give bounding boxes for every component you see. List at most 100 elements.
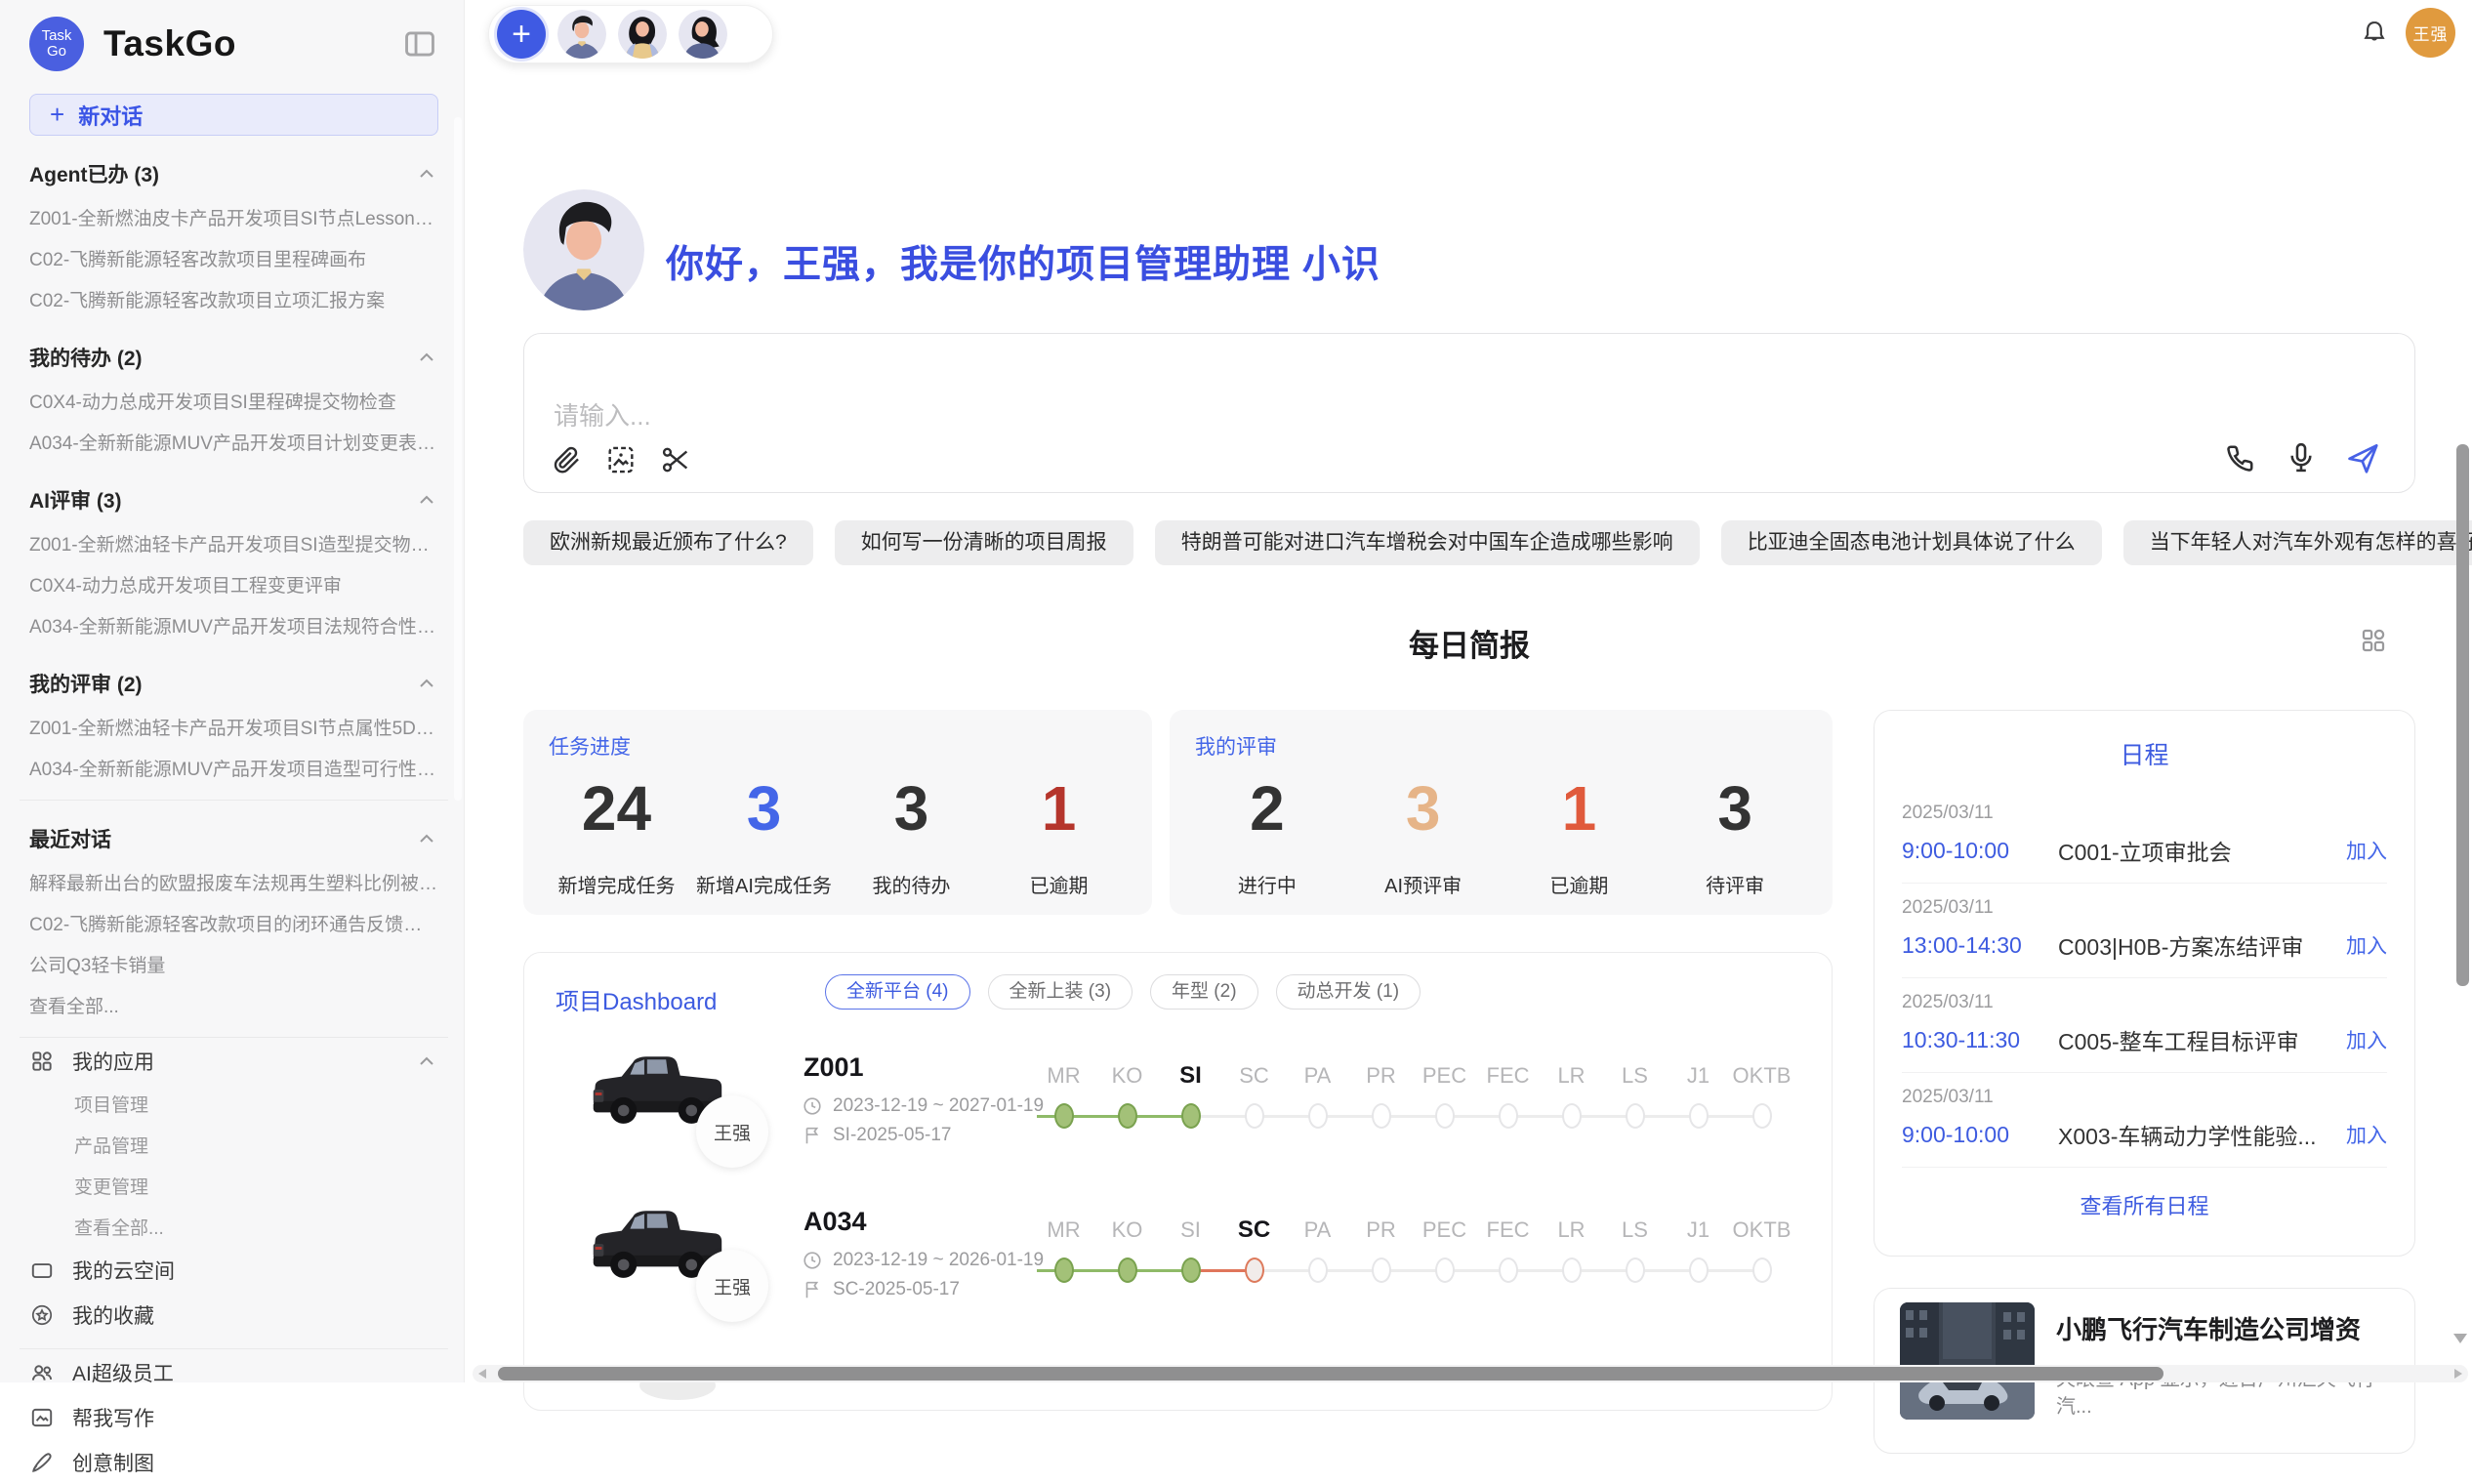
filter-pill[interactable]: 年型 (2): [1150, 974, 1258, 1010]
milestone-dot-overdue[interactable]: [1245, 1257, 1264, 1283]
milestone-dot-done[interactable]: [1054, 1103, 1074, 1129]
milestone-dot[interactable]: [1626, 1257, 1645, 1283]
plus-icon: +: [50, 100, 64, 130]
chevron-up-icon: [415, 672, 438, 695]
milestone-dot[interactable]: [1626, 1103, 1645, 1129]
milestone-dot[interactable]: [1562, 1257, 1582, 1283]
milestone-dot[interactable]: [1372, 1103, 1391, 1129]
vertical-scrollbar-thumb[interactable]: [2456, 444, 2469, 986]
add-member-button[interactable]: +: [497, 10, 546, 59]
sidebar-item[interactable]: C02-飞腾新能源轻客改款项目立项汇报方案: [29, 278, 438, 319]
milestone-dot-done[interactable]: [1054, 1257, 1074, 1283]
milestone-dot[interactable]: [1435, 1103, 1455, 1129]
horizontal-scrollbar-thumb[interactable]: [498, 1367, 2163, 1381]
stat-ai-prereview: 3 AI预评审: [1345, 766, 1502, 915]
section-my-review[interactable]: 我的评审 (2): [29, 661, 438, 706]
milestone-dot[interactable]: [1308, 1257, 1328, 1283]
event-time: 10:30-11:30: [1902, 1027, 2058, 1053]
sidebar-item[interactable]: Z001-全新燃油轻卡产品开发项目SI造型提交物评审: [29, 522, 438, 563]
milestone-dot[interactable]: [1689, 1257, 1709, 1283]
sidebar-item-view-all[interactable]: 查看全部...: [29, 984, 438, 1025]
milestone-dot[interactable]: [1689, 1103, 1709, 1129]
sidebar-item-change-mgmt[interactable]: 变更管理: [29, 1165, 438, 1206]
sidebar-item[interactable]: A034-全新新能源MUV产品开发项目造型可行性评审: [29, 747, 438, 788]
milestone-dot[interactable]: [1752, 1257, 1772, 1283]
milestone-dot[interactable]: [1499, 1257, 1518, 1283]
section-ai-review[interactable]: AI评审 (3): [29, 477, 438, 522]
sidebar-item-view-all-apps[interactable]: 查看全部...: [29, 1206, 438, 1247]
sidebar-item-project-mgmt[interactable]: 项目管理: [29, 1083, 438, 1124]
scroll-right-arrow-icon[interactable]: [2454, 1369, 2462, 1379]
scroll-left-arrow-icon[interactable]: [478, 1369, 486, 1379]
sidebar-item-cloud-space[interactable]: 我的云空间: [29, 1249, 438, 1292]
sidebar-item[interactable]: A034-全新新能源MUV产品开发项目计划变更表编写: [29, 421, 438, 462]
section-my-apps[interactable]: 我的应用: [29, 1040, 438, 1083]
sidebar-item[interactable]: Z001-全新燃油皮卡产品开发项目SI节点Lesson Learn报告: [29, 196, 438, 237]
microphone-icon[interactable]: [2284, 440, 2319, 475]
milestone-timeline: MRKO SI SCPA PRPEC FECLR LSJ1 OKTB: [1032, 1062, 1793, 1144]
brief-layout-grid-icon[interactable]: [2359, 626, 2388, 655]
send-icon[interactable]: [2344, 439, 2381, 476]
voice-call-icon[interactable]: [2223, 440, 2258, 475]
stat-new-ai-done: 3 新增AI完成任务: [690, 766, 838, 915]
sidebar-item[interactable]: C02-飞腾新能源轻客改款项目的闭环通告反馈情况: [29, 902, 438, 943]
flag-icon: [802, 1279, 823, 1300]
teammate-avatar[interactable]: [618, 10, 667, 59]
milestone-dot-done[interactable]: [1118, 1257, 1137, 1283]
sidebar-item[interactable]: C0X4-动力总成开发项目SI里程碑提交物检查: [29, 380, 438, 421]
horizontal-scrollbar[interactable]: [473, 1365, 2468, 1382]
project-dates: 2023-12-19 ~ 2026-01-19: [802, 1250, 1044, 1271]
section-my-todo[interactable]: 我的待办 (2): [29, 335, 438, 380]
sidebar-item-ai-employee[interactable]: AI超级员工: [29, 1351, 438, 1394]
screenshot-scissors-icon[interactable]: [659, 443, 692, 476]
sidebar-item[interactable]: A034-全新新能源MUV产品开发项目法规符合性评审: [29, 604, 438, 645]
filter-pill[interactable]: 动总开发 (1): [1276, 974, 1421, 1010]
teammate-avatar[interactable]: [557, 10, 606, 59]
join-link[interactable]: 加入: [2346, 836, 2387, 865]
sidebar-item[interactable]: 解释最新出台的欧盟报废车法规再生塑料比例被调至15%...: [29, 861, 438, 902]
sidebar-item[interactable]: C02-飞腾新能源轻客改款项目里程碑画布: [29, 237, 438, 278]
milestone-dot[interactable]: [1372, 1257, 1391, 1283]
suggestion-chip[interactable]: 比亚迪全固态电池计划具体说了什么: [1721, 520, 2102, 565]
milestone-dot[interactable]: [1562, 1103, 1582, 1129]
scroll-down-arrow-icon[interactable]: [2453, 1334, 2467, 1343]
suggestion-chip[interactable]: 特朗普可能对进口汽车增税会对中国车企造成哪些影响: [1155, 520, 1700, 565]
user-avatar[interactable]: 王强: [2406, 8, 2455, 58]
milestone-dot[interactable]: [1245, 1103, 1264, 1129]
sidebar-item[interactable]: C0X4-动力总成开发项目工程变更评审: [29, 563, 438, 604]
suggestion-chip[interactable]: 如何写一份清晰的项目周报: [835, 520, 1133, 565]
section-recent-chats[interactable]: 最近对话: [29, 816, 438, 861]
sidebar-item[interactable]: Z001-全新燃油轻卡产品开发项目SI节点属性5D文件评审: [29, 706, 438, 747]
join-link[interactable]: 加入: [2346, 1025, 2387, 1054]
milestone-dot[interactable]: [1435, 1257, 1455, 1283]
sidebar-item[interactable]: 公司Q3轻卡销量: [29, 943, 438, 984]
milestone-dot-done[interactable]: [1181, 1103, 1201, 1129]
sidebar-scrollbar[interactable]: [454, 117, 462, 801]
milestone-dot[interactable]: [1308, 1103, 1328, 1129]
suggestion-chip[interactable]: 当下年轻人对汽车外观有怎样的喜好趋势: [2123, 520, 2472, 565]
section-agent-done[interactable]: Agent已办 (3): [29, 151, 438, 196]
milestone-dot[interactable]: [1752, 1103, 1772, 1129]
collapse-sidebar-icon[interactable]: [401, 25, 438, 62]
attach-file-icon[interactable]: [550, 443, 583, 476]
milestone-dot-done[interactable]: [1118, 1103, 1137, 1129]
milestone-dot[interactable]: [1499, 1103, 1518, 1129]
notifications-bell-icon[interactable]: [2360, 18, 2389, 47]
sidebar-item-product-mgmt[interactable]: 产品管理: [29, 1124, 438, 1165]
join-link[interactable]: 加入: [2346, 1120, 2387, 1149]
suggestion-chip[interactable]: 欧洲新规最近颁布了什么?: [523, 520, 813, 565]
new-chat-button[interactable]: + 新对话: [29, 94, 438, 136]
filter-pill[interactable]: 全新上装 (3): [988, 974, 1133, 1010]
sidebar-item-help-write[interactable]: 帮我写作: [29, 1396, 438, 1439]
apps-grid-icon: [29, 1049, 55, 1074]
view-all-schedule-link[interactable]: 查看所有日程: [1902, 1168, 2387, 1242]
milestone-dot-done[interactable]: [1181, 1257, 1201, 1283]
chat-composer[interactable]: 请输入...: [523, 333, 2415, 493]
sidebar-item-favorites[interactable]: 我的收藏: [29, 1294, 438, 1337]
sidebar-item-creative-draw[interactable]: 创意制图: [29, 1441, 438, 1484]
divider: [20, 1348, 448, 1349]
filter-pill-active[interactable]: 全新平台 (4): [825, 974, 970, 1010]
insert-image-icon[interactable]: [604, 443, 638, 476]
join-link[interactable]: 加入: [2346, 930, 2387, 960]
teammate-avatar[interactable]: [679, 10, 727, 59]
